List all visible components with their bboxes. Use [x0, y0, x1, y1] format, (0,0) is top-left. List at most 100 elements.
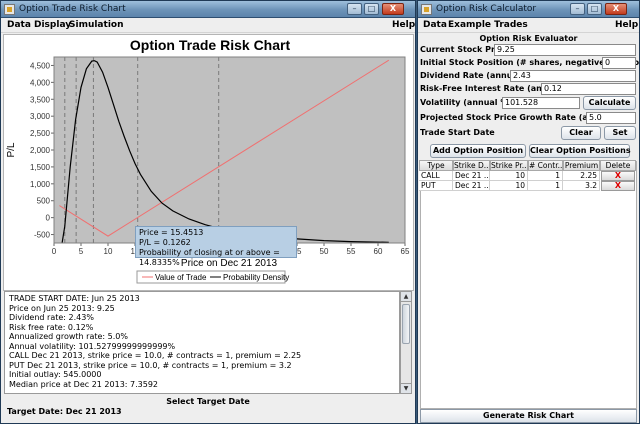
- y-tick-label: 500: [37, 197, 51, 206]
- minimize-icon[interactable]: –: [570, 3, 585, 15]
- position-field[interactable]: 0: [602, 57, 636, 69]
- calculate-button[interactable]: Calculate: [583, 96, 636, 110]
- app-icon: [421, 4, 432, 15]
- legend-label-density: Probability Density: [223, 273, 289, 282]
- y-tick-label: 2,500: [30, 129, 51, 138]
- output-line: Annualized growth rate: 5.0%: [9, 332, 128, 342]
- row-put-contracts[interactable]: 1: [528, 181, 563, 191]
- maximize-icon[interactable]: □: [364, 3, 379, 15]
- start-date-label: Trade Start Date: [420, 128, 495, 137]
- y-tick-label: 3,500: [30, 95, 51, 104]
- chart-title: Option Trade Risk Chart: [130, 37, 291, 53]
- output-line: CALL Dec 21 2013, strike price = 10.0, #…: [9, 351, 302, 361]
- y-tick-label: 2,000: [30, 146, 51, 155]
- positions-table: [420, 161, 637, 409]
- menu-example-trades[interactable]: Example Trades: [448, 20, 528, 30]
- col-header-strike-price[interactable]: Strike Pr...: [490, 160, 528, 171]
- clear-options-button[interactable]: Clear Option Positions: [529, 144, 631, 158]
- clear-date-button[interactable]: Clear: [561, 126, 601, 140]
- app-icon: [4, 4, 15, 15]
- volatility-field[interactable]: 101.528: [502, 97, 580, 109]
- tooltip-price: Price = 15.4513: [139, 228, 204, 237]
- x-tick-label: 65: [401, 247, 410, 256]
- dividend-field[interactable]: 2.43: [510, 70, 636, 82]
- y-axis-label: P/L: [6, 142, 17, 157]
- legend: Value of Trade Probability Density: [136, 270, 289, 284]
- row-put-premium[interactable]: 3.2: [563, 181, 600, 191]
- row-put-strike[interactable]: 10: [490, 181, 528, 191]
- delete-put-button[interactable]: X: [601, 181, 635, 191]
- set-date-button[interactable]: Set: [604, 126, 636, 140]
- close-icon[interactable]: X: [605, 3, 627, 15]
- maximize-icon[interactable]: □: [587, 3, 602, 15]
- risk-chart-window: Option Trade Risk Chart – □ X Data Displ…: [0, 0, 416, 424]
- minimize-icon[interactable]: –: [347, 3, 362, 15]
- output-line: Annual volatility: 101.52799999999999%: [9, 341, 176, 351]
- menu-bar: Data Display Simulation Help: [1, 18, 415, 33]
- output-line: PUT Dec 21 2013, strike price = 10.0, # …: [9, 360, 292, 370]
- y-tick-label: 4,500: [30, 61, 51, 70]
- output-line: TRADE START DATE: Jun 25 2013: [9, 294, 140, 303]
- risk-calculator-window: Option Risk Calculator – □ X Data Exampl…: [417, 0, 640, 424]
- y-tick-label: 1,500: [30, 163, 51, 172]
- y-tick-label: 4,000: [30, 78, 51, 87]
- risk-chart-titlebar[interactable]: Option Trade Risk Chart – □ X: [1, 1, 415, 18]
- tooltip-pl: P/L = 0.1262: [139, 238, 191, 247]
- riskfree-field[interactable]: 0.12: [541, 83, 636, 95]
- delete-call-button[interactable]: X: [601, 171, 635, 181]
- target-date-text: Target Date: Dec 21 2013: [7, 407, 122, 416]
- menu-bar: Data Example Trades Help: [418, 18, 639, 33]
- tooltip-probability: Probability of closing at or above = 14.…: [139, 248, 280, 267]
- chart-tooltip: Price = 15.4513 P/L = 0.1262 Probability…: [135, 226, 297, 267]
- menu-help[interactable]: Help: [615, 20, 638, 30]
- row-call-strike[interactable]: 10: [490, 171, 528, 181]
- output-line: Initial outlay: 545.0000: [9, 370, 102, 380]
- x-tick-label: 55: [347, 247, 356, 256]
- close-icon[interactable]: X: [382, 3, 404, 15]
- select-target-date-label: Select Target Date: [166, 397, 250, 406]
- output-line: Risk free rate: 0.12%: [9, 322, 94, 332]
- growth-field[interactable]: 5.0: [586, 112, 636, 124]
- row-call-type[interactable]: CALL: [419, 171, 453, 181]
- row-call-contracts[interactable]: 1: [528, 171, 563, 181]
- y-tick-label: 1,000: [30, 180, 51, 189]
- evaluator-title: Option Risk Evaluator: [479, 34, 578, 43]
- calculator-titlebar[interactable]: Option Risk Calculator – □ X: [418, 1, 639, 18]
- scroll-thumb[interactable]: [402, 304, 410, 344]
- window-title: Option Trade Risk Chart: [19, 4, 126, 14]
- x-tick-label: 5: [79, 247, 84, 256]
- col-header-contracts[interactable]: # Contr...: [528, 160, 563, 171]
- results-text-area[interactable]: TRADE START DATE: Jun 25 2013 Price on J…: [4, 291, 400, 394]
- generate-risk-chart-button[interactable]: Generate Risk Chart: [420, 409, 637, 423]
- stock-price-field[interactable]: 9.25: [494, 44, 636, 56]
- output-line: Median price at Dec 21 2013: 7.3592: [9, 379, 159, 389]
- x-tick-label: 10: [104, 247, 113, 256]
- results-scrollbar[interactable]: ▲ ▼: [400, 291, 412, 394]
- x-tick-label: 60: [374, 247, 383, 256]
- output-line: Dividend rate: 2.43%: [9, 313, 94, 323]
- legend-label-value: Value of Trade: [155, 273, 207, 282]
- x-tick-label: 0: [52, 247, 57, 256]
- col-header-strike-date[interactable]: Strike D...: [453, 160, 490, 171]
- volatility-label: Volatility (annual %): [420, 98, 513, 107]
- col-header-delete[interactable]: Delete: [600, 160, 636, 171]
- menu-help[interactable]: Help: [392, 20, 415, 30]
- x-tick-label: 50: [320, 247, 329, 256]
- menu-display[interactable]: Display: [34, 20, 71, 30]
- row-call-date[interactable]: Dec 21 ...: [453, 171, 490, 181]
- row-call-premium[interactable]: 2.25: [563, 171, 600, 181]
- scroll-down-icon[interactable]: ▼: [401, 383, 411, 393]
- menu-simulation[interactable]: Simulation: [69, 20, 124, 30]
- scroll-up-icon[interactable]: ▲: [401, 292, 411, 302]
- col-header-premium[interactable]: Premium: [563, 160, 600, 171]
- output-line: Price on Jun 25 2013: 9.25: [9, 303, 115, 313]
- row-put-type[interactable]: PUT: [419, 181, 453, 191]
- menu-data[interactable]: Data: [7, 20, 31, 30]
- y-tick-label: 0: [46, 214, 51, 223]
- add-option-button[interactable]: Add Option Position: [430, 144, 526, 158]
- menu-data[interactable]: Data: [423, 20, 447, 30]
- col-header-type[interactable]: Type: [419, 160, 453, 171]
- y-tick-label: -500: [34, 231, 51, 240]
- row-put-date[interactable]: Dec 21 ...: [453, 181, 490, 191]
- window-title: Option Risk Calculator: [436, 4, 537, 14]
